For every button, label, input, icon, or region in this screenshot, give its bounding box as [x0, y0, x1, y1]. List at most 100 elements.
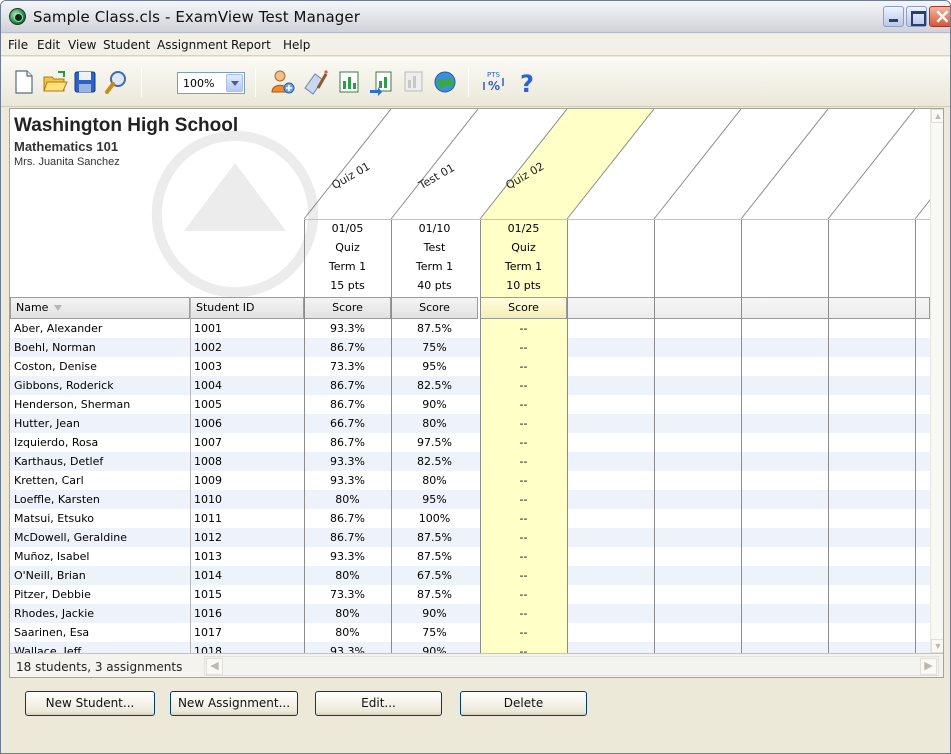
score-cell[interactable]: -- — [480, 528, 567, 547]
score-cell[interactable]: 80% — [304, 604, 391, 623]
table-row[interactable]: Loeffle, Karsten 1010 80% 95% -- — [10, 490, 930, 509]
table-row[interactable]: Gibbons, Roderick 1004 86.7% 82.5% -- — [10, 376, 930, 395]
score-cell[interactable]: -- — [480, 566, 567, 585]
score-cell[interactable]: 90% — [391, 395, 478, 414]
score-cell[interactable]: 75% — [391, 623, 478, 642]
score-cell[interactable]: 93.3% — [304, 452, 391, 471]
help-icon[interactable]: ? — [513, 68, 541, 98]
report-icon[interactable] — [335, 68, 363, 96]
globe-icon[interactable] — [431, 68, 459, 96]
table-row[interactable]: Hutter, Jean 1006 66.7% 80% -- — [10, 414, 930, 433]
column-header-score[interactable]: Score — [480, 297, 567, 319]
score-cell[interactable]: 86.7% — [304, 395, 391, 414]
edit-button[interactable]: Edit... — [315, 691, 442, 716]
column-header-score[interactable]: Score — [304, 297, 391, 319]
score-cell[interactable]: 93.3% — [304, 547, 391, 566]
assignment-info-test-01[interactable]: 01/10 Test Term 1 40 pts — [391, 219, 478, 297]
score-cell[interactable]: 80% — [304, 623, 391, 642]
score-cell[interactable]: -- — [480, 376, 567, 395]
find-icon[interactable] — [103, 68, 131, 96]
maximize-button[interactable] — [906, 6, 927, 27]
column-header-score[interactable]: Score — [391, 297, 478, 319]
score-cell[interactable]: 90% — [391, 604, 478, 623]
column-header-student-id[interactable]: Student ID — [190, 297, 304, 319]
table-row[interactable]: Muñoz, Isabel 1013 93.3% 87.5% -- — [10, 547, 930, 566]
score-cell[interactable]: 97.5% — [391, 433, 478, 452]
score-cell[interactable]: 93.3% — [304, 471, 391, 490]
table-row[interactable]: Karthaus, Detlef 1008 93.3% 82.5% -- — [10, 452, 930, 471]
horizontal-scrollbar[interactable]: ◀ ▶ — [204, 656, 939, 676]
score-cell[interactable]: 73.3% — [304, 585, 391, 604]
zoom-dropdown[interactable]: 100% — [177, 72, 245, 94]
assignment-info-quiz-02[interactable]: 01/25 Quiz Term 1 10 pts — [480, 219, 567, 297]
score-cell[interactable]: 73.3% — [304, 357, 391, 376]
save-icon[interactable] — [71, 68, 99, 96]
score-cell[interactable]: 87.5% — [391, 528, 478, 547]
scroll-up-icon[interactable]: ▲ — [931, 109, 943, 123]
vertical-scrollbar[interactable]: ▲ ▼ — [930, 109, 943, 653]
delete-button[interactable]: Delete — [460, 691, 587, 716]
score-cell[interactable]: -- — [480, 433, 567, 452]
score-cell[interactable]: -- — [480, 414, 567, 433]
points-percent-icon[interactable]: PTS% — [480, 68, 508, 96]
scroll-left-icon[interactable]: ◀ — [206, 658, 223, 675]
table-row[interactable]: Henderson, Sherman 1005 86.7% 90% -- — [10, 395, 930, 414]
score-cell[interactable]: 95% — [391, 357, 478, 376]
score-cell[interactable]: -- — [480, 338, 567, 357]
menu-edit[interactable]: Edit — [37, 38, 60, 52]
score-cell[interactable]: 93.3% — [304, 319, 391, 338]
new-student-button[interactable]: New Student... — [25, 691, 155, 716]
add-student-icon[interactable] — [268, 68, 296, 96]
score-cell[interactable]: 86.7% — [304, 528, 391, 547]
table-row[interactable]: Kretten, Carl 1009 93.3% 80% -- — [10, 471, 930, 490]
score-cell[interactable]: 86.7% — [304, 338, 391, 357]
score-cell[interactable]: 86.7% — [304, 509, 391, 528]
table-row[interactable]: Coston, Denise 1003 73.3% 95% -- — [10, 357, 930, 376]
score-cell[interactable]: 87.5% — [391, 547, 478, 566]
score-cell[interactable]: 100% — [391, 509, 478, 528]
score-cell[interactable]: -- — [480, 395, 567, 414]
table-row[interactable]: Matsui, Etsuko 1011 86.7% 100% -- — [10, 509, 930, 528]
scroll-right-icon[interactable]: ▶ — [920, 658, 937, 675]
score-cell[interactable]: 80% — [304, 566, 391, 585]
menu-assignment[interactable]: Assignment — [157, 38, 228, 52]
score-cell[interactable]: -- — [480, 319, 567, 338]
score-cell[interactable]: -- — [480, 452, 567, 471]
table-row[interactable]: Saarinen, Esa 1017 80% 75% -- — [10, 623, 930, 642]
minimize-button[interactable] — [883, 6, 904, 27]
title-bar[interactable]: Sample Class.cls - ExamView Test Manager — [1, 1, 950, 33]
score-cell[interactable]: 80% — [391, 414, 478, 433]
column-header-name[interactable]: Name — [10, 297, 190, 319]
menu-report[interactable]: Report — [231, 38, 271, 52]
scroll-down-icon[interactable]: ▼ — [931, 639, 943, 653]
edit-assignment-icon[interactable] — [301, 68, 329, 96]
score-cell[interactable]: 66.7% — [304, 414, 391, 433]
score-cell[interactable]: -- — [480, 585, 567, 604]
score-cell[interactable]: 87.5% — [391, 319, 478, 338]
score-cell[interactable]: -- — [480, 471, 567, 490]
new-file-icon[interactable] — [9, 68, 37, 96]
score-cell[interactable]: -- — [480, 604, 567, 623]
score-cell[interactable]: -- — [480, 490, 567, 509]
table-row[interactable]: Pitzer, Debbie 1015 73.3% 87.5% -- — [10, 585, 930, 604]
table-row[interactable]: O'Neill, Brian 1014 80% 67.5% -- — [10, 566, 930, 585]
table-row[interactable]: Rhodes, Jackie 1016 80% 90% -- — [10, 604, 930, 623]
table-row[interactable]: McDowell, Geraldine 1012 86.7% 87.5% -- — [10, 528, 930, 547]
score-cell[interactable]: 95% — [391, 490, 478, 509]
menu-file[interactable]: File — [8, 38, 28, 52]
export-icon[interactable] — [367, 68, 395, 96]
score-cell[interactable]: -- — [480, 547, 567, 566]
table-row[interactable]: Aber, Alexander 1001 93.3% 87.5% -- — [10, 319, 930, 338]
score-cell[interactable]: 75% — [391, 338, 478, 357]
assignment-info-quiz-01[interactable]: 01/05 Quiz Term 1 15 pts — [304, 219, 391, 297]
menu-help[interactable]: Help — [283, 38, 310, 52]
score-cell[interactable]: 87.5% — [391, 585, 478, 604]
score-cell[interactable]: 86.7% — [304, 433, 391, 452]
score-cell[interactable]: 82.5% — [391, 376, 478, 395]
score-cell[interactable]: -- — [480, 357, 567, 376]
new-assignment-button[interactable]: New Assignment... — [170, 691, 298, 716]
score-cell[interactable]: 86.7% — [304, 376, 391, 395]
score-cell[interactable]: -- — [480, 623, 567, 642]
table-row[interactable]: Izquierdo, Rosa 1007 86.7% 97.5% -- — [10, 433, 930, 452]
table-row[interactable]: Boehl, Norman 1002 86.7% 75% -- — [10, 338, 930, 357]
